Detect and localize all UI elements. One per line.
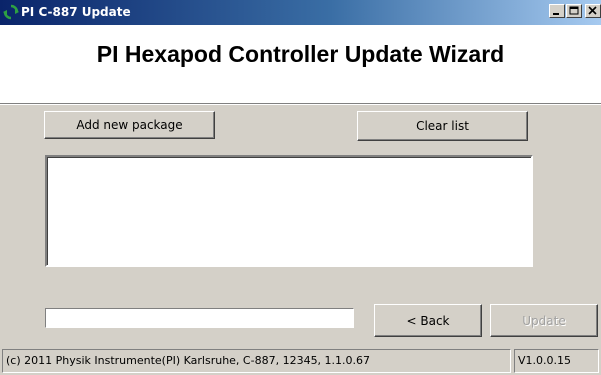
package-list[interactable] xyxy=(45,155,533,267)
update-button[interactable]: Update xyxy=(490,304,598,337)
wizard-title: PI Hexapod Controller Update Wizard xyxy=(96,41,505,67)
status-version: V1.0.0.15 xyxy=(514,349,599,373)
window-title: PI C-887 Update xyxy=(21,5,131,19)
close-icon xyxy=(588,6,597,15)
title-bar[interactable]: PI C-887 Update xyxy=(0,0,601,25)
minimize-button[interactable] xyxy=(549,4,565,18)
close-button[interactable] xyxy=(585,4,601,18)
update-progress-bar xyxy=(45,308,354,328)
clear-list-button[interactable]: Clear list xyxy=(357,111,528,141)
maximize-button[interactable] xyxy=(566,4,582,18)
minimize-icon xyxy=(553,13,559,15)
refresh-arrows-icon xyxy=(3,4,19,20)
status-info: (c) 2011 Physik Instrumente(PI) Karlsruh… xyxy=(2,349,511,373)
header-divider-highlight xyxy=(0,104,601,105)
maximize-icon xyxy=(569,6,579,15)
back-button[interactable]: < Back xyxy=(374,304,482,337)
status-bar: (c) 2011 Physik Instrumente(PI) Karlsruh… xyxy=(0,349,601,375)
add-new-package-button[interactable]: Add new package xyxy=(44,111,215,139)
